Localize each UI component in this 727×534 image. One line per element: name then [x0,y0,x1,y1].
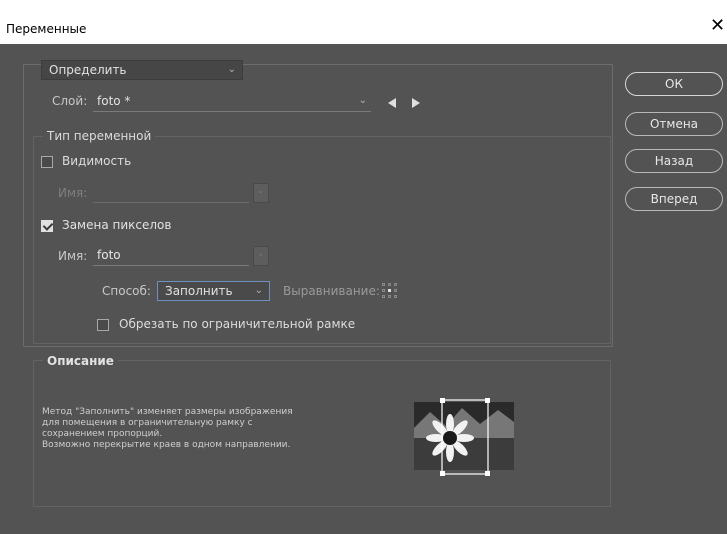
clip-label: Обрезать по ограничительной рамке [119,317,356,331]
description-legend: Описание [43,354,118,368]
pixel-replace-checkbox[interactable] [41,220,53,232]
window-title: Переменные [6,22,87,36]
pixel-name-dropdown[interactable]: ⌄ [253,246,269,266]
method-dropdown[interactable]: Заполнить ⌄ [157,281,270,301]
chevron-down-icon: ⌄ [257,186,265,196]
dialog-body: Определить ⌄ Слой: foto * ⌄ Тип переменн… [9,44,727,534]
description-text: Метод "Заполнить" изменяет размеры изобр… [42,407,293,450]
alignment-label: Выравнивание: [283,284,380,298]
ok-button[interactable]: ОК [625,72,723,96]
define-dropdown[interactable]: Определить ⌄ [41,60,243,80]
pixel-replace-label: Замена пикселов [62,218,172,232]
clip-checkbox[interactable] [97,319,109,331]
chevron-down-icon: ⌄ [227,64,236,75]
visibility-name-dropdown: ⌄ [253,183,269,203]
title-bar: Переменные ✕ [0,0,727,44]
pixel-name-label: Имя: [58,249,88,263]
back-button[interactable]: Назад [625,149,723,173]
chevron-down-icon: ⌄ [358,95,367,106]
visibility-name-label: Имя: [58,186,88,200]
alignment-grid-icon [382,283,397,298]
chevron-down-icon: ⌄ [257,249,265,259]
define-dropdown-value: Определить [49,63,127,77]
fill-preview-icon [410,398,520,476]
layer-dropdown[interactable]: foto * ⌄ [93,92,371,112]
chevron-down-icon: ⌄ [254,285,263,296]
triangle-left-icon[interactable] [388,98,396,108]
cancel-button[interactable]: Отмена [625,112,723,136]
method-dropdown-value: Заполнить [165,284,233,298]
forward-button[interactable]: Вперед [625,187,723,211]
visibility-checkbox[interactable] [41,156,53,168]
layer-dropdown-value: foto * [97,94,131,108]
pixel-name-field[interactable]: foto [93,246,249,266]
method-label: Способ: [102,284,151,298]
triangle-right-icon[interactable] [412,98,420,108]
visibility-label: Видимость [62,154,132,168]
close-icon[interactable]: ✕ [710,16,725,36]
visibility-name-field [93,183,249,203]
var-type-legend: Тип переменной [43,129,156,143]
layer-label: Слой: [52,94,88,108]
